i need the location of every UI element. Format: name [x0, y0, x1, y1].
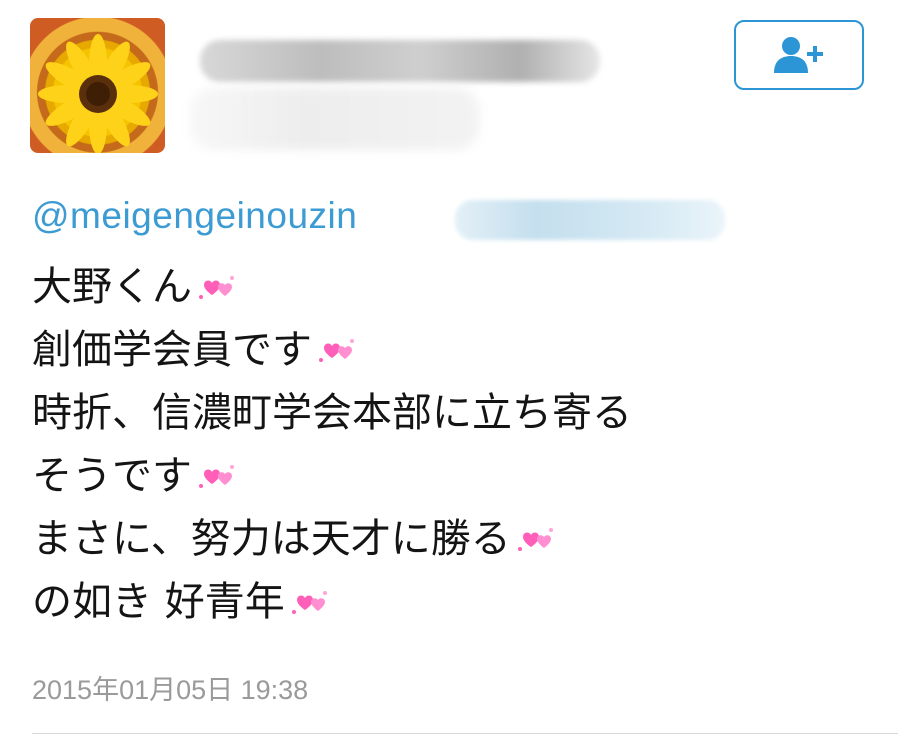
tweet-line-text: 創価学会員です: [32, 327, 312, 373]
blurred-screen-name: [190, 88, 480, 150]
tweet-timestamp: 2015年01月05日 19:38: [32, 675, 309, 705]
sparkling-hearts-icon: [291, 590, 327, 614]
tweet-handle-link[interactable]: @meigengeinouzin: [32, 195, 357, 237]
tweet-line: まさに、努力は天才に勝る: [32, 508, 872, 571]
sparkling-hearts-icon: [517, 527, 553, 551]
blurred-handle-suffix: [455, 200, 725, 240]
add-user-icon: [774, 37, 823, 73]
tweet-line-text: 時折、信濃町学会本部に立ち寄る: [32, 390, 632, 436]
tweet-line: 大野くん: [32, 256, 872, 319]
blurred-display-name: [200, 40, 600, 82]
divider: [32, 733, 898, 734]
tweet-line: そうです: [32, 445, 872, 508]
tweet-text: 大野くん 創価学会員です 時折、信濃町学会本部に立ち寄る そうです まさに、努力…: [32, 256, 872, 634]
sparkling-hearts-icon: [319, 338, 354, 362]
tweet-line: 創価学会員です: [32, 319, 872, 382]
tweet-line: の如き 好青年: [32, 571, 872, 634]
tweet-line-text: 大野くん: [32, 264, 192, 310]
sparkling-hearts-icon: [199, 275, 234, 299]
follow-button[interactable]: [734, 20, 864, 90]
tweet-line-text: の如き 好青年: [32, 579, 285, 625]
tweet-line-text: まさに、努力は天才に勝る: [32, 516, 511, 562]
sunflower-icon: [38, 34, 158, 153]
sunflower-avatar[interactable]: [30, 18, 165, 153]
tweet-line-text: そうです: [32, 453, 192, 499]
sparkling-hearts-icon: [199, 464, 234, 488]
tweet-line: 時折、信濃町学会本部に立ち寄る: [32, 382, 872, 445]
